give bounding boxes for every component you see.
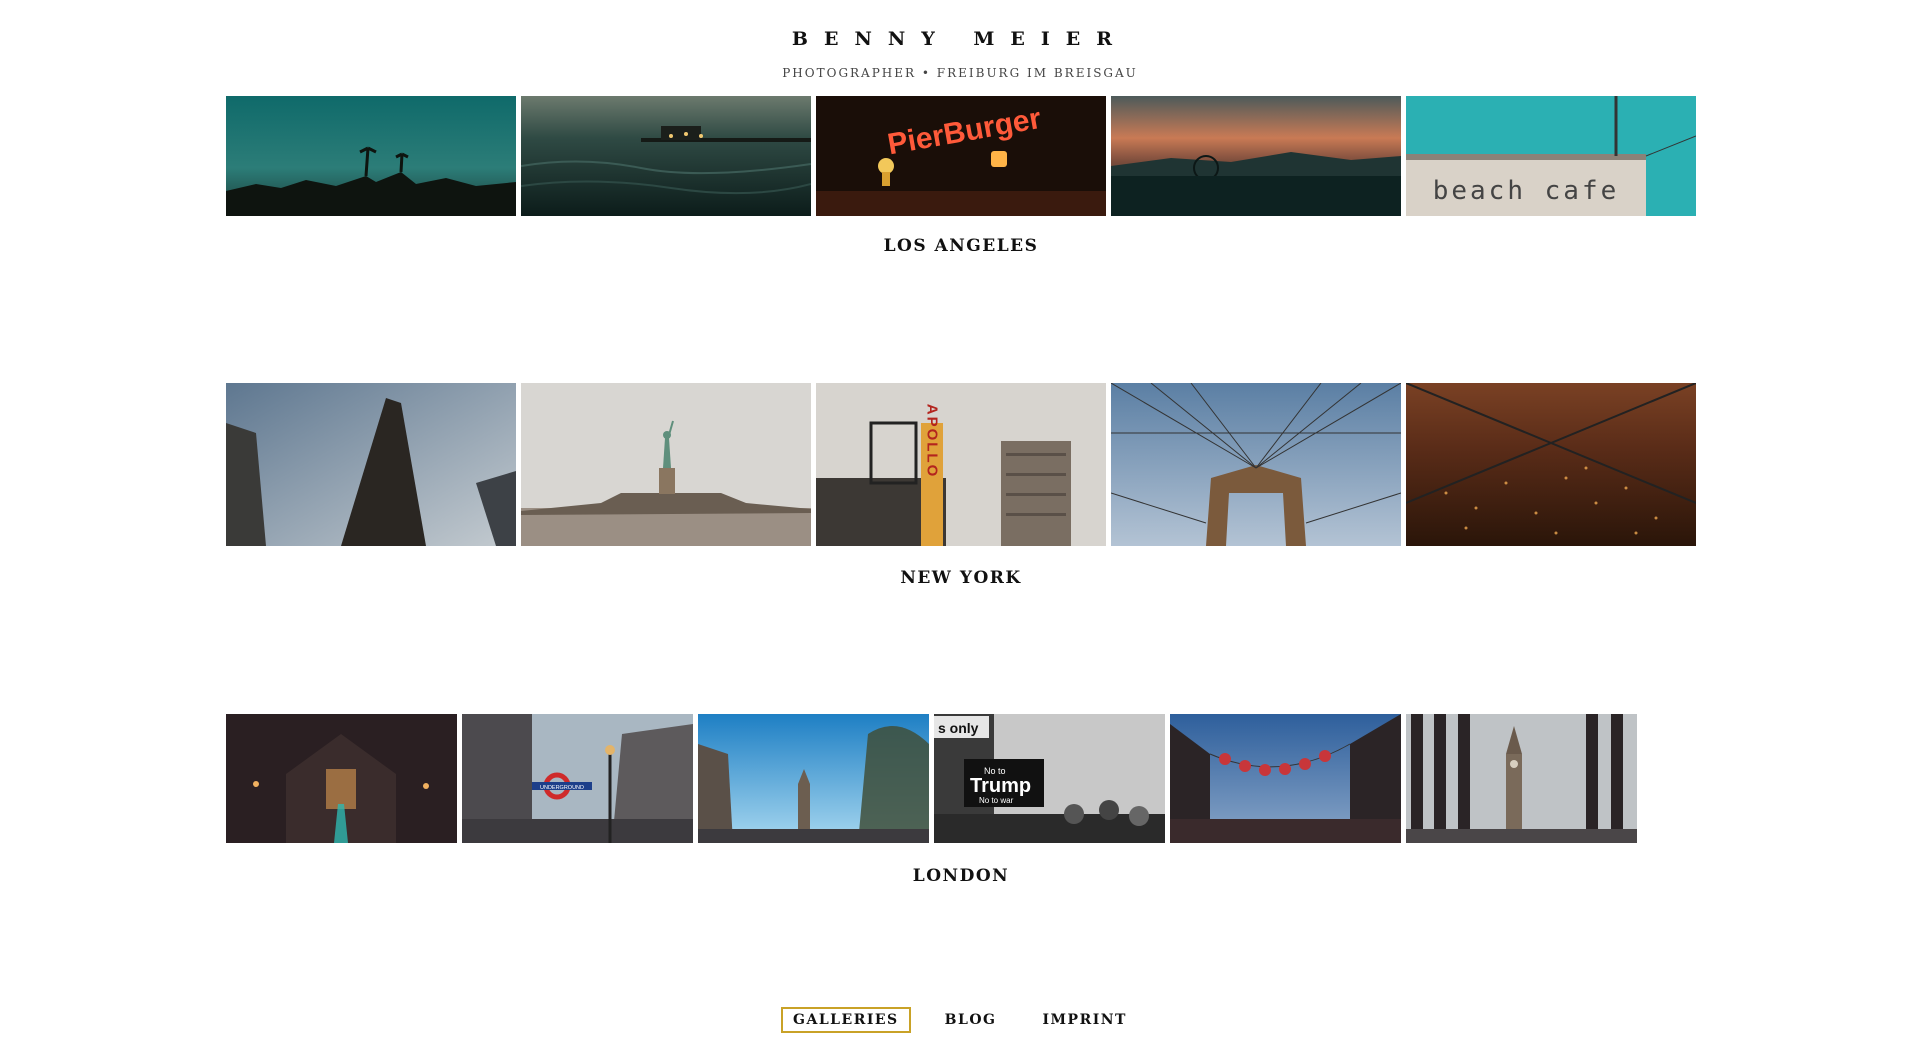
photo-thumbnail[interactable]: s only No to Trump No to war: [934, 714, 1165, 843]
photo-thumbnail[interactable]: APOLLO: [816, 383, 1106, 546]
gallery-title-los-angeles[interactable]: LOS ANGELES: [226, 236, 1696, 256]
photo-thumbnail[interactable]: [226, 383, 516, 546]
photo-thumbnail[interactable]: UNDERGROUND: [462, 714, 693, 843]
nav-blog[interactable]: BLOG: [933, 1007, 1009, 1033]
photo-thumbnail[interactable]: [1406, 383, 1696, 546]
gallery-london: UNDERGROUND s only No to Trump No to war…: [226, 714, 1696, 886]
photo-thumbnail[interactable]: [226, 714, 457, 843]
photo-thumbnail[interactable]: [1406, 714, 1637, 843]
photo-thumbnail[interactable]: [226, 96, 516, 216]
apollo-sign-text: APOLLO: [924, 404, 941, 479]
site-subtitle: PHOTOGRAPHER • FREIBURG IM BREISGAU: [782, 66, 1138, 80]
nav-galleries[interactable]: GALLERIES: [781, 1007, 911, 1033]
photo-thumbnail[interactable]: [521, 383, 811, 546]
gallery-los-angeles: PierBurger beach cafe LOS ANGELES: [226, 96, 1696, 256]
protest-sign-text: s only: [938, 720, 979, 736]
site-title[interactable]: BENNY MEIER: [0, 28, 1920, 50]
protest-sign-text: No to war: [979, 796, 1014, 805]
protest-sign-text: Trump: [970, 775, 1031, 797]
photo-thumbnail[interactable]: beach cafe: [1406, 96, 1696, 216]
photo-thumbnail[interactable]: PierBurger: [816, 96, 1106, 216]
photo-thumbnail[interactable]: [1111, 383, 1401, 546]
photo-strip: APOLLO: [226, 383, 1696, 546]
gallery-title-new-york[interactable]: NEW YORK: [226, 568, 1696, 588]
photo-strip: PierBurger beach cafe: [226, 96, 1696, 216]
gallery-title-london[interactable]: LONDON: [226, 866, 1696, 886]
beach-cafe-sign-text: beach cafe: [1433, 176, 1620, 206]
photo-thumbnail[interactable]: [521, 96, 811, 216]
gallery-new-york: APOLLO NEW YORK: [226, 383, 1696, 588]
photo-thumbnail[interactable]: [698, 714, 929, 843]
underground-sign-text: UNDERGROUND: [540, 785, 584, 791]
photo-thumbnail[interactable]: [1111, 96, 1401, 216]
photo-thumbnail[interactable]: [1170, 714, 1401, 843]
main-nav: GALLERIES BLOG IMPRINT: [0, 1007, 1920, 1033]
photo-strip: UNDERGROUND s only No to Trump No to war: [226, 714, 1696, 843]
nav-imprint[interactable]: IMPRINT: [1031, 1007, 1139, 1033]
